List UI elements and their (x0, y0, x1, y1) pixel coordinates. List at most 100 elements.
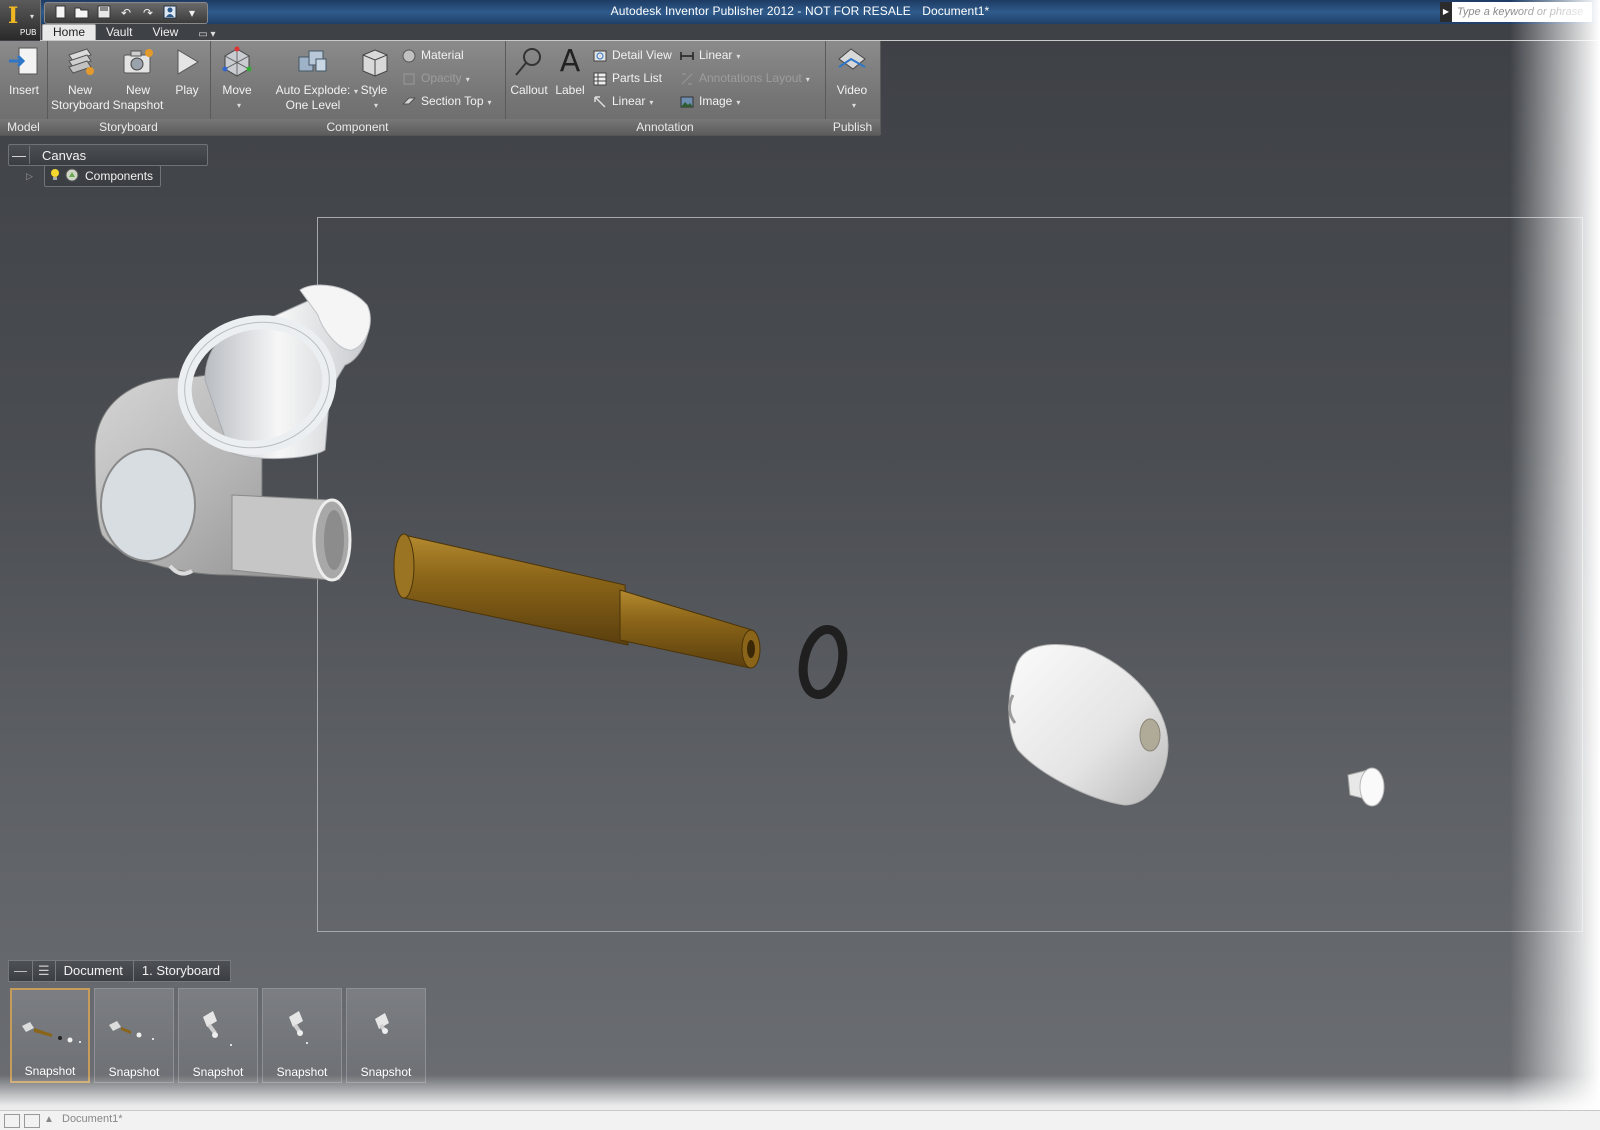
new-snapshot-button[interactable]: New Snapshot (111, 45, 165, 113)
tab-home[interactable]: Home (42, 24, 97, 40)
storyboard-collapse-icon[interactable]: — (8, 960, 33, 982)
label-button[interactable]: A Label (551, 45, 589, 98)
callout-icon (512, 45, 546, 79)
style-button[interactable]: Style ▾ (356, 45, 392, 113)
status-bar: ▲ Document1* (0, 1110, 1600, 1130)
snapshot-thumbnail[interactable]: Snapshot (10, 988, 90, 1083)
video-button[interactable]: Video ▾ (829, 45, 875, 113)
list-view-icon[interactable]: ☰ (32, 960, 56, 982)
snapshot-thumbnail[interactable]: Snapshot (262, 988, 342, 1083)
qat-dropdown-icon[interactable]: ▾ (183, 5, 201, 21)
move-dropdown-icon[interactable]: ▾ (216, 98, 262, 113)
cascade-icon[interactable] (24, 1114, 40, 1128)
snapshot-thumbnail[interactable]: Snapshot (178, 988, 258, 1083)
panel-label-component: Component (210, 119, 505, 135)
linear-right-dropdown-icon: ▾ (736, 52, 741, 61)
linear-right-label: Linear (699, 48, 733, 62)
style-dropdown-icon[interactable]: ▾ (360, 98, 392, 113)
up-arrow-icon[interactable]: ▲ (44, 1114, 58, 1126)
auto-explode-button[interactable]: Auto Explode: One Level (270, 45, 356, 113)
parts-list-label: Parts List (612, 71, 663, 85)
ribbon: Insert Model New Storyboard New Snapshot (0, 41, 881, 136)
snapshot-preview (203, 1011, 232, 1046)
ribbon-display-toggle-icon[interactable]: ▭ ▾ (198, 29, 215, 40)
detail-view-button[interactable]: Detail View (593, 45, 672, 65)
image-dropdown-icon: ▾ (736, 98, 741, 107)
panel-storyboard: New Storyboard New Snapshot Play Storybo… (47, 41, 211, 135)
linear-left-button[interactable]: Linear ▾ (593, 91, 653, 111)
ribbon-tabs: Home Vault View ▭ ▾ (42, 24, 216, 40)
camera-icon (121, 45, 155, 79)
undo-icon[interactable]: ↶ (117, 5, 135, 21)
annotations-layout-button[interactable]: Annotations Layout ▾ (680, 68, 810, 88)
quick-access-toolbar: ↶ ↷ ▾ (44, 2, 208, 24)
new-storyboard-label-1: New (67, 83, 92, 97)
opacity-dropdown-icon: ▾ (465, 75, 470, 84)
document-tab[interactable]: Document1* (62, 1113, 123, 1125)
linear-left-label: Linear (612, 94, 646, 108)
video-label: Video (836, 83, 868, 97)
image-button[interactable]: Image ▾ (680, 91, 740, 111)
valve-neck[interactable] (170, 284, 371, 464)
handle-knob[interactable] (1008, 643, 1169, 806)
annotations-layout-dropdown-icon: ▾ (805, 75, 810, 84)
new-icon[interactable] (51, 5, 69, 21)
panel-label-model: Model (0, 119, 47, 135)
snapshot-label: Snapshot (360, 1065, 412, 1079)
new-storyboard-label-2: Storyboard (51, 98, 110, 112)
app-logo-icon: I (8, 3, 19, 29)
snapshot-preview (375, 1013, 389, 1034)
callout-button[interactable]: Callout (507, 45, 551, 98)
breadcrumb-storyboard[interactable]: 1. Storyboard (132, 960, 231, 982)
o-ring[interactable] (798, 624, 849, 700)
redo-icon[interactable]: ↷ (139, 5, 157, 21)
snapshot-label: Snapshot (192, 1065, 244, 1079)
opacity-label: Opacity (421, 71, 462, 85)
3d-viewport[interactable] (0, 135, 1600, 955)
user-icon[interactable] (161, 5, 179, 21)
annotations-layout-label: Annotations Layout (699, 71, 802, 85)
tile-icon[interactable] (4, 1114, 20, 1128)
new-snapshot-label-2: Snapshot (112, 98, 164, 112)
snapshot-thumbnail[interactable]: Snapshot (94, 988, 174, 1083)
parts-list-button[interactable]: Parts List (593, 68, 662, 88)
panel-annotation: Callout A Label Detail View Parts List L… (505, 41, 826, 135)
auto-explode-label-1: Auto Explode: (275, 83, 351, 97)
document-title: Document1* (922, 4, 990, 18)
search-expand-icon[interactable]: ▶ (1440, 2, 1452, 22)
section-top-button[interactable]: Section Top ▾ (401, 91, 492, 111)
tab-view[interactable]: View (142, 25, 188, 40)
opacity-icon (402, 72, 416, 86)
style-icon (357, 45, 391, 79)
play-button[interactable]: Play (167, 45, 207, 98)
snapshot-label: Snapshot (276, 1065, 328, 1079)
section-dropdown-icon: ▾ (487, 98, 492, 107)
brass-stem[interactable] (393, 533, 761, 669)
snapshot-preview (289, 1011, 308, 1044)
move-label: Move (222, 83, 252, 97)
save-icon[interactable] (95, 5, 113, 21)
new-storyboard-button[interactable]: New Storyboard (51, 45, 110, 113)
image-label: Image (699, 94, 733, 108)
video-dropdown-icon[interactable]: ▾ (833, 98, 875, 113)
application-menu-button[interactable]: I ▾ PUB (0, 0, 41, 40)
annotations-layout-icon (680, 72, 694, 86)
style-label: Style (360, 83, 388, 97)
linear-right-button[interactable]: Linear ▾ (680, 45, 740, 65)
move-button[interactable]: Move ▾ (212, 45, 262, 113)
opacity-button[interactable]: Opacity ▾ (402, 68, 470, 88)
open-icon[interactable] (73, 5, 91, 21)
material-label: Material (421, 48, 464, 62)
breadcrumb-document[interactable]: Document (54, 960, 134, 982)
snapshot-preview (22, 1022, 81, 1043)
snapshot-thumbnail[interactable]: Snapshot (346, 988, 426, 1083)
screw[interactable] (1347, 767, 1385, 807)
window-title: Autodesk Inventor Publisher 2012 - NOT F… (0, 4, 1600, 18)
image-icon (680, 95, 694, 109)
new-snapshot-label-1: New (125, 83, 150, 97)
insert-button[interactable]: Insert (6, 45, 42, 98)
material-button[interactable]: Material (402, 45, 464, 65)
tab-vault[interactable]: Vault (96, 25, 142, 40)
search-input[interactable]: Type a keyword or phrase (1452, 2, 1592, 22)
video-icon (835, 45, 869, 79)
